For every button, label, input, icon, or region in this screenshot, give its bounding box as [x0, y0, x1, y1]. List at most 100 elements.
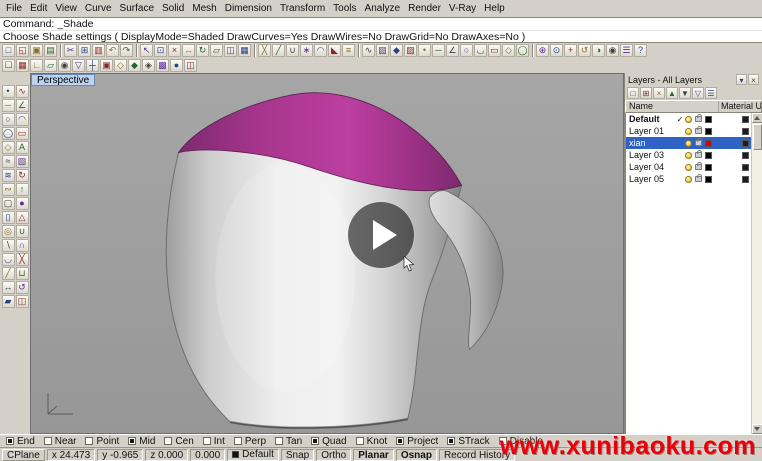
- scroll-thumb[interactable]: [753, 124, 762, 150]
- layer-lock-icon[interactable]: [695, 152, 702, 158]
- layer-material-swatch[interactable]: [742, 116, 749, 123]
- polygon-icon[interactable]: ◇: [502, 44, 515, 57]
- viewport-layout-icon[interactable]: ◫: [184, 59, 197, 72]
- layer-row[interactable]: Layer 05: [626, 173, 762, 185]
- layer-lock-icon[interactable]: [695, 116, 702, 122]
- select-window-icon[interactable]: ⊡: [154, 44, 167, 57]
- polygon-icon[interactable]: ◇: [2, 141, 15, 154]
- osnap-checkbox[interactable]: [447, 437, 455, 445]
- filter-layers-icon[interactable]: ▽: [692, 87, 704, 99]
- scale-3d-icon[interactable]: ▰: [2, 295, 15, 308]
- rendered-display-icon[interactable]: ●: [170, 59, 183, 72]
- layer-visibility-bulb-icon[interactable]: [685, 164, 692, 171]
- layer-row[interactable]: xian: [626, 137, 762, 149]
- shaded-display-icon[interactable]: ◆: [128, 59, 141, 72]
- split-icon[interactable]: ╱: [272, 44, 285, 57]
- revolve-icon[interactable]: ↻: [16, 169, 29, 182]
- column-header-name[interactable]: Name: [626, 101, 719, 112]
- layer-material-swatch[interactable]: [742, 164, 749, 171]
- osnap-end[interactable]: End: [6, 436, 35, 447]
- viewport-title[interactable]: Perspective: [31, 74, 95, 86]
- ghosted-display-icon[interactable]: ◈: [142, 59, 155, 72]
- toggle-osnap[interactable]: Osnap: [396, 449, 437, 461]
- split-icon[interactable]: ╱: [2, 267, 15, 280]
- curve-tools-icon[interactable]: ∿: [362, 44, 375, 57]
- scroll-up-icon[interactable]: [752, 113, 762, 123]
- array-icon[interactable]: ▦: [238, 44, 251, 57]
- helix-icon[interactable]: ≈: [2, 155, 15, 168]
- osnap-checkbox[interactable]: [311, 437, 319, 445]
- polyline-icon[interactable]: ∠: [16, 99, 29, 112]
- mirror-3d-icon[interactable]: ◫: [16, 295, 29, 308]
- menu-help[interactable]: Help: [480, 2, 509, 15]
- layer-color-swatch[interactable]: [705, 116, 712, 123]
- osnap-checkbox[interactable]: [234, 437, 242, 445]
- osnap-tan[interactable]: Tan: [275, 436, 302, 447]
- osnap-int[interactable]: Int: [203, 436, 225, 447]
- open-file-icon[interactable]: ◱: [16, 44, 29, 57]
- filter-icon[interactable]: ▽: [72, 59, 85, 72]
- menu-curve[interactable]: Curve: [81, 2, 116, 15]
- osnap-quad[interactable]: Quad: [311, 436, 346, 447]
- viewport-perspective[interactable]: Perspective: [30, 73, 624, 434]
- layer-lock-icon[interactable]: [695, 140, 702, 146]
- osnap-perp[interactable]: Perp: [234, 436, 266, 447]
- record-history-icon[interactable]: ◉: [58, 59, 71, 72]
- named-views-icon[interactable]: ▣: [100, 59, 113, 72]
- scroll-down-icon[interactable]: [752, 424, 762, 434]
- menu-tools[interactable]: Tools: [329, 2, 360, 15]
- properties-icon[interactable]: ☰: [620, 44, 633, 57]
- ortho-icon[interactable]: ∟: [30, 59, 43, 72]
- paste-icon[interactable]: ▥: [92, 44, 105, 57]
- move-layer-up-icon[interactable]: ▲: [666, 87, 678, 99]
- sweep-icon[interactable]: ∾: [2, 183, 15, 196]
- delete-layer-icon[interactable]: ×: [653, 87, 665, 99]
- cut-icon[interactable]: ✂: [64, 44, 77, 57]
- render-icon[interactable]: ◉: [606, 44, 619, 57]
- osnap-point[interactable]: Point: [85, 436, 119, 447]
- trim-icon[interactable]: ╳: [258, 44, 271, 57]
- panel-close-icon[interactable]: ×: [748, 74, 759, 85]
- surface-tools-icon[interactable]: ▧: [376, 44, 389, 57]
- circle-icon[interactable]: ○: [460, 44, 473, 57]
- layer-material-swatch[interactable]: [742, 140, 749, 147]
- rotate-icon[interactable]: ↻: [196, 44, 209, 57]
- boolean-intersection-icon[interactable]: ∩: [16, 239, 29, 252]
- zoom-extents-icon[interactable]: ⊕: [536, 44, 549, 57]
- ellipse-icon[interactable]: ◯: [516, 44, 529, 57]
- column-header-material[interactable]: Material U...: [719, 101, 761, 112]
- record-history-toggle[interactable]: Record History: [439, 449, 515, 461]
- osnap-disable[interactable]: Disable: [499, 436, 543, 447]
- command-prompt[interactable]: Choose Shade settings ( DisplayMode=Shad…: [0, 30, 762, 42]
- menu-mesh[interactable]: Mesh: [188, 2, 220, 15]
- layer-color-swatch[interactable]: [705, 140, 712, 147]
- help-icon[interactable]: ?: [634, 44, 647, 57]
- osnap-mid[interactable]: Mid: [128, 436, 155, 447]
- layer-row[interactable]: Layer 03: [626, 149, 762, 161]
- box-icon[interactable]: ▢: [2, 197, 15, 210]
- move-layer-down-icon[interactable]: ▼: [679, 87, 691, 99]
- join-icon[interactable]: ⊔: [16, 267, 29, 280]
- layer-visibility-bulb-icon[interactable]: [685, 128, 692, 135]
- osnap-settings-icon[interactable]: ☐: [2, 59, 15, 72]
- layers-scrollbar[interactable]: [751, 113, 762, 434]
- layer-material-swatch[interactable]: [742, 128, 749, 135]
- solid-tools-icon[interactable]: ◆: [390, 44, 403, 57]
- menu-dimension[interactable]: Dimension: [221, 2, 276, 15]
- osnap-strack[interactable]: STrack: [447, 436, 489, 447]
- sphere-icon[interactable]: ●: [16, 197, 29, 210]
- extrude-icon[interactable]: ↑: [16, 183, 29, 196]
- cplane-icon[interactable]: ┼: [86, 59, 99, 72]
- point-icon[interactable]: •: [2, 85, 15, 98]
- rectangle-icon[interactable]: ▭: [488, 44, 501, 57]
- osnap-checkbox[interactable]: [396, 437, 404, 445]
- osnap-checkbox[interactable]: [356, 437, 364, 445]
- menu-edit[interactable]: Edit: [26, 2, 51, 15]
- osnap-near[interactable]: Near: [44, 436, 77, 447]
- move-icon[interactable]: ↔: [2, 281, 15, 294]
- circle-icon[interactable]: ○: [2, 113, 15, 126]
- layer-color-swatch[interactable]: [705, 128, 712, 135]
- trim-icon[interactable]: ╳: [16, 253, 29, 266]
- panel-menu-icon[interactable]: ▾: [736, 74, 747, 85]
- layer-material-swatch[interactable]: [742, 152, 749, 159]
